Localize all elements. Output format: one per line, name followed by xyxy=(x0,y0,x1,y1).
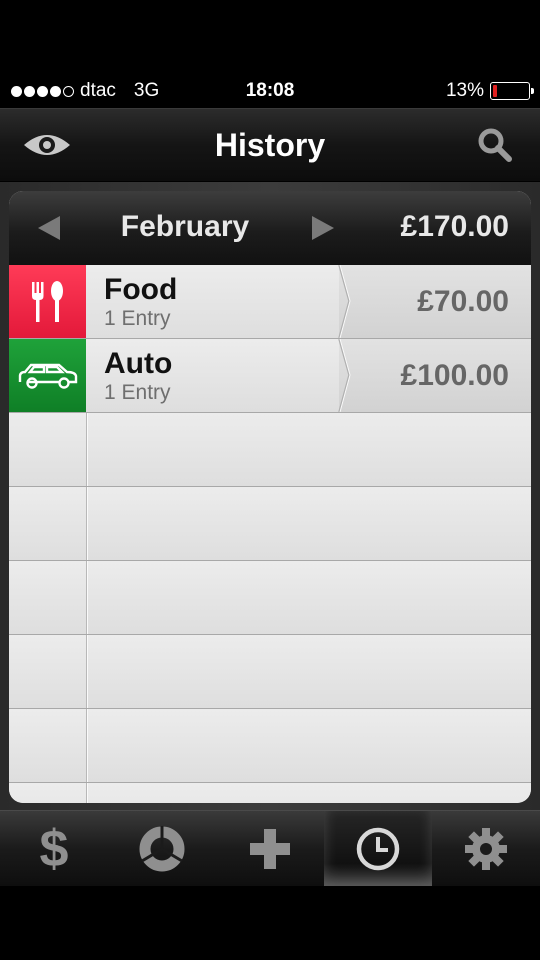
status-right: 13% xyxy=(445,80,534,102)
navigation-bar: History xyxy=(0,108,540,182)
history-panel: February £170.00 Food 1 Entry £70.00 Aut… xyxy=(9,191,531,803)
entry-count: 1 Entry xyxy=(104,381,171,404)
row-divider-chevron xyxy=(338,339,351,412)
status-bar: dtac 3G 18:08 13% xyxy=(0,74,540,108)
category-row-auto[interactable]: Auto 1 Entry £100.00 xyxy=(9,339,531,413)
tab-dollar[interactable]: $ xyxy=(0,811,108,886)
pie-chart-icon xyxy=(139,825,185,871)
tab-add[interactable] xyxy=(216,811,324,886)
battery-icon xyxy=(490,82,534,100)
category-name: Auto xyxy=(104,347,173,380)
empty-row xyxy=(9,487,531,561)
next-month-button[interactable] xyxy=(307,213,339,243)
gear-icon xyxy=(465,827,507,870)
search-icon xyxy=(478,128,512,162)
month-header: February £170.00 xyxy=(9,191,531,265)
empty-row xyxy=(9,783,531,803)
auto-category-tile xyxy=(9,339,86,412)
empty-row xyxy=(9,413,531,487)
page-title: History xyxy=(214,127,326,163)
dollar-icon: $ xyxy=(39,819,69,878)
entry-count: 1 Entry xyxy=(104,307,171,330)
bottom-spacer xyxy=(0,886,540,960)
car-icon xyxy=(18,363,77,389)
tab-bar: $ xyxy=(0,810,540,886)
triangle-right-icon xyxy=(312,216,334,240)
plus-icon xyxy=(250,828,290,869)
category-name: Food xyxy=(104,273,178,306)
battery-level-fill xyxy=(493,85,498,97)
month-label: February xyxy=(120,210,250,243)
empty-row xyxy=(9,635,531,709)
empty-row xyxy=(9,561,531,635)
month-total: £170.00 xyxy=(400,210,509,243)
tab-history[interactable] xyxy=(324,811,432,886)
tab-chart[interactable] xyxy=(108,811,216,886)
fork-spoon-icon xyxy=(31,280,63,322)
clock-icon xyxy=(356,827,400,870)
tab-settings[interactable] xyxy=(432,811,540,886)
row-divider-chevron xyxy=(338,265,351,338)
search-button[interactable] xyxy=(470,125,520,165)
category-row-food[interactable]: Food 1 Entry £70.00 xyxy=(9,265,531,339)
previous-month-button[interactable] xyxy=(33,213,65,243)
triangle-left-icon xyxy=(38,216,60,240)
category-amount: £100.00 xyxy=(400,359,509,392)
category-amount: £70.00 xyxy=(417,285,509,318)
food-category-tile xyxy=(9,265,86,338)
empty-row xyxy=(9,709,531,783)
battery-percent: 13% xyxy=(445,80,484,101)
